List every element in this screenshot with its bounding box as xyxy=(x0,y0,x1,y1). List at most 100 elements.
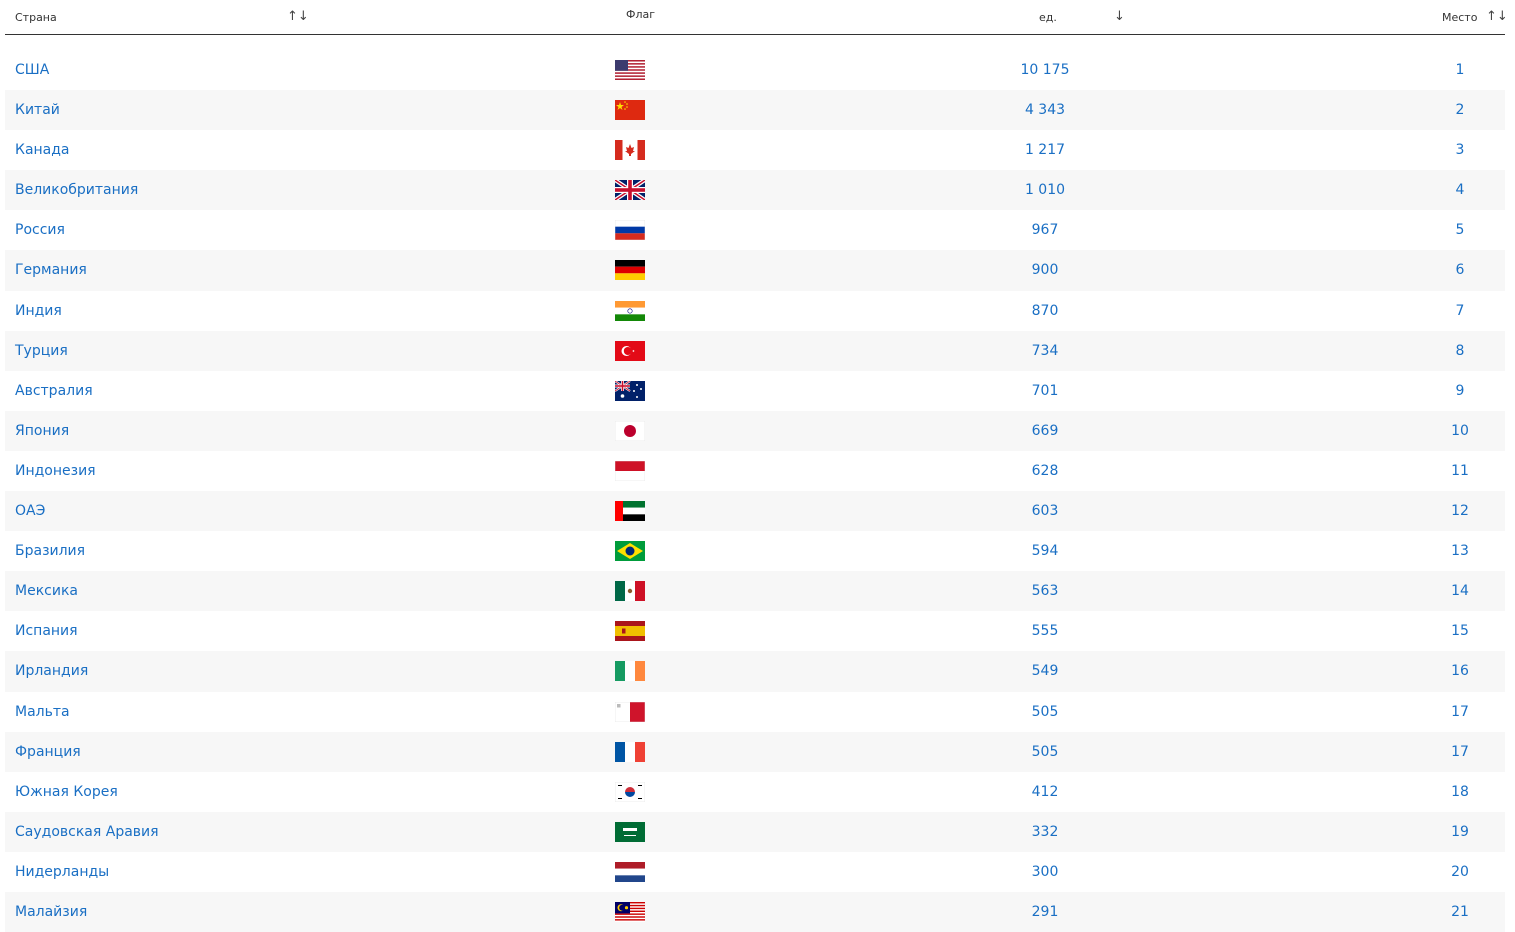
country-link[interactable]: Южная Корея xyxy=(15,772,118,812)
country-link[interactable]: Германия xyxy=(15,250,87,290)
value-cell: 300 xyxy=(1031,863,1059,880)
rank-cell: 4 xyxy=(1455,182,1465,199)
table-row: Китай 4 343 2 xyxy=(5,90,1505,131)
rank-cell: 8 xyxy=(1455,342,1465,359)
column-header-rank[interactable]: Место xyxy=(1442,11,1477,24)
value-cell: 505 xyxy=(1031,703,1059,720)
kr-flag-icon xyxy=(615,781,645,802)
rank-cell: 20 xyxy=(1451,863,1469,880)
country-link[interactable]: Мексика xyxy=(15,571,78,611)
value-cell: 549 xyxy=(1031,663,1059,680)
value-cell: 628 xyxy=(1031,462,1059,479)
country-link[interactable]: Китай xyxy=(15,90,60,130)
country-link[interactable]: Бразилия xyxy=(15,531,85,571)
ru-flag-icon xyxy=(615,220,645,241)
ranking-table: Страна ↑↓ Флаг ед. ↓ Место ↑↓ США 10 175… xyxy=(5,0,1508,932)
rank-cell: 12 xyxy=(1451,503,1469,520)
table-row: Индия 870 7 xyxy=(5,291,1505,331)
table-row: Индонезия 628 11 xyxy=(5,451,1505,491)
table-row: Малайзия 291 21 xyxy=(5,891,1505,932)
country-link[interactable]: Япония xyxy=(15,411,69,451)
sa-flag-icon xyxy=(615,821,645,842)
country-link[interactable]: Нидерланды xyxy=(15,852,109,892)
table-row: Южная Корея 412 18 xyxy=(5,772,1505,812)
column-header-value[interactable]: ед. xyxy=(1039,11,1057,24)
country-link[interactable]: ОАЭ xyxy=(15,491,45,531)
rank-cell: 18 xyxy=(1451,783,1469,800)
rank-cell: 11 xyxy=(1451,462,1469,479)
table-row: Россия 967 5 xyxy=(5,210,1505,250)
country-link[interactable]: Малайзия xyxy=(15,892,87,932)
sort-country-icon[interactable]: ↑↓ xyxy=(287,10,309,23)
my-flag-icon xyxy=(615,901,645,922)
country-link[interactable]: Саудовская Аравия xyxy=(15,812,159,852)
value-cell: 734 xyxy=(1031,342,1059,359)
table-header: Страна ↑↓ Флаг ед. ↓ Место ↑↓ xyxy=(5,0,1508,35)
sort-value-desc-icon[interactable]: ↓ xyxy=(1114,10,1125,23)
in-flag-icon xyxy=(615,300,645,321)
value-cell: 603 xyxy=(1031,503,1059,520)
rank-cell: 19 xyxy=(1451,823,1469,840)
value-cell: 505 xyxy=(1031,743,1059,760)
es-flag-icon xyxy=(615,621,645,642)
country-link[interactable]: США xyxy=(15,50,49,90)
country-link[interactable]: Индонезия xyxy=(15,451,96,491)
country-link[interactable]: Ирландия xyxy=(15,651,88,691)
value-cell: 701 xyxy=(1031,382,1059,399)
rank-cell: 1 xyxy=(1455,62,1465,78)
country-link[interactable]: Великобритания xyxy=(15,170,138,210)
rank-cell: 7 xyxy=(1455,302,1465,319)
rank-cell: 5 xyxy=(1455,222,1465,239)
country-link[interactable]: Индия xyxy=(15,291,62,331)
gb-flag-icon xyxy=(615,180,645,201)
sort-rank-icon[interactable]: ↑↓ xyxy=(1486,10,1508,23)
country-link[interactable]: Франция xyxy=(15,732,81,772)
rank-cell: 3 xyxy=(1455,142,1465,159)
de-flag-icon xyxy=(615,260,645,281)
tr-flag-icon xyxy=(615,340,645,361)
table-row: Ирландия 549 16 xyxy=(5,651,1505,692)
value-cell: 291 xyxy=(1031,903,1059,920)
value-cell: 669 xyxy=(1031,422,1059,439)
country-link[interactable]: Австралия xyxy=(15,371,93,411)
rank-cell: 2 xyxy=(1455,102,1465,119)
country-link[interactable]: Испания xyxy=(15,611,78,651)
value-cell: 967 xyxy=(1031,222,1059,239)
country-link[interactable]: Канада xyxy=(15,130,70,170)
column-header-flag: Флаг xyxy=(626,8,656,21)
id-flag-icon xyxy=(615,460,645,481)
rank-cell: 9 xyxy=(1455,382,1465,399)
nl-flag-icon xyxy=(615,861,645,882)
table-row: Япония 669 10 xyxy=(5,410,1505,451)
value-cell: 1 010 xyxy=(1024,182,1066,199)
cn-flag-icon xyxy=(615,100,645,121)
mt-flag-icon xyxy=(615,701,645,722)
rank-cell: 10 xyxy=(1451,422,1469,439)
country-link[interactable]: Турция xyxy=(15,331,68,371)
table-row: Австралия 701 9 xyxy=(5,371,1505,411)
table-row: Канада 1 217 3 xyxy=(5,130,1505,170)
column-header-country[interactable]: Страна xyxy=(15,11,57,24)
table-row: США 10 175 1 xyxy=(5,50,1505,90)
value-cell: 4 343 xyxy=(1024,102,1066,119)
table-body: США 10 175 1 Китай 4 343 2 Канада 1 217 … xyxy=(5,50,1505,932)
rank-cell: 17 xyxy=(1451,743,1469,760)
value-cell: 594 xyxy=(1031,543,1059,560)
value-cell: 10 175 xyxy=(1020,62,1070,78)
table-row: Бразилия 594 13 xyxy=(5,531,1505,571)
rank-cell: 21 xyxy=(1451,903,1469,920)
value-cell: 412 xyxy=(1031,783,1059,800)
fr-flag-icon xyxy=(615,741,645,762)
br-flag-icon xyxy=(615,541,645,562)
table-row: Мексика 563 14 xyxy=(5,571,1505,612)
rank-cell: 15 xyxy=(1451,623,1469,640)
table-row: Великобритания 1 010 4 xyxy=(5,170,1505,211)
country-link[interactable]: Россия xyxy=(15,210,65,250)
value-cell: 555 xyxy=(1031,623,1059,640)
rank-cell: 6 xyxy=(1455,262,1465,279)
table-row: Франция 505 17 xyxy=(5,731,1505,772)
country-link[interactable]: Мальта xyxy=(15,692,70,732)
au-flag-icon xyxy=(615,380,645,401)
value-cell: 332 xyxy=(1031,823,1059,840)
table-row: Мальта 505 17 xyxy=(5,692,1505,732)
